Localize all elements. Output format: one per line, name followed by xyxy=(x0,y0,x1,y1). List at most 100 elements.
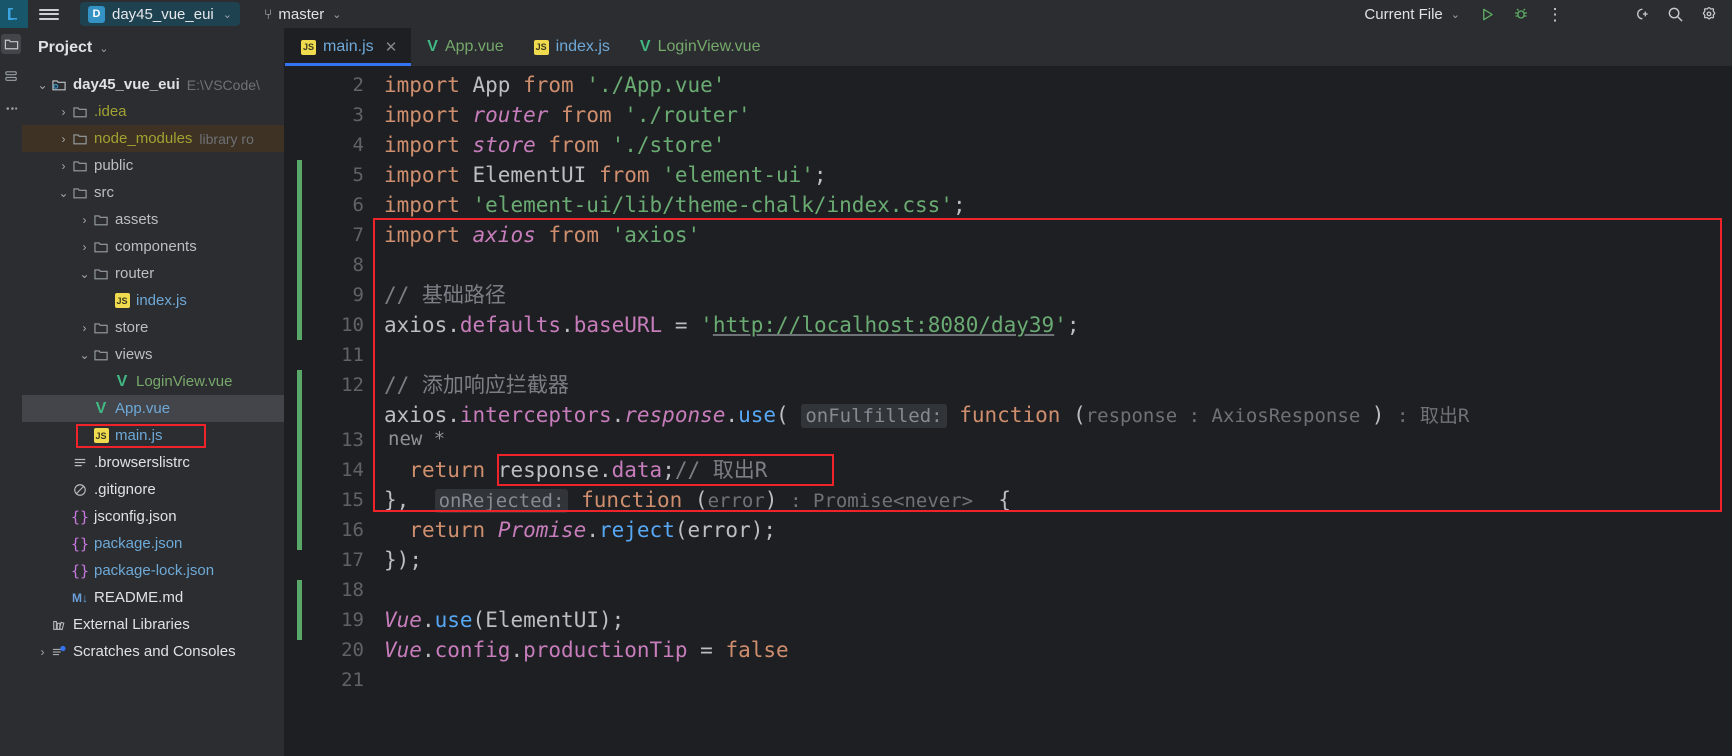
tree-item-label: public xyxy=(94,157,134,174)
folder-icon xyxy=(70,132,90,146)
tree-item-assets[interactable]: › assets xyxy=(22,206,284,233)
search-icon[interactable] xyxy=(1658,0,1692,28)
vcs-branch-widget[interactable]: ⑂ master ⌄ xyxy=(258,2,347,26)
tree-item-public[interactable]: › public xyxy=(22,152,284,179)
chevron-right-icon[interactable]: › xyxy=(36,645,49,659)
code-line[interactable]: // 基础路径 xyxy=(380,280,1732,310)
tree-item-package-json[interactable]: {} package.json xyxy=(22,530,284,557)
vcs-change-marker[interactable] xyxy=(297,370,302,550)
tree-item-components[interactable]: › components xyxy=(22,233,284,260)
tree-item-loginview-vue[interactable]: V LoginView.vue xyxy=(22,368,284,395)
code-line[interactable]: import store from './store' xyxy=(380,130,1732,160)
code-line[interactable]: Vue.use(ElementUI); xyxy=(380,605,1732,635)
chevron-right-icon[interactable]: › xyxy=(57,105,70,119)
editor-tab-app-vue[interactable]: V App.vue xyxy=(411,28,517,66)
tree-item-app-vue[interactable]: V App.vue xyxy=(22,395,284,422)
close-icon[interactable]: ✕ xyxy=(385,38,398,56)
commit-tool-button[interactable] xyxy=(1,66,21,86)
code-line[interactable]: return Promise.reject(error); xyxy=(380,515,1732,545)
code-line[interactable]: }, onRejected: function (error) : Promis… xyxy=(380,485,1732,515)
code-line[interactable] xyxy=(380,250,1732,280)
tree-item-scratches-and-consoles[interactable]: › Scratches and Consoles xyxy=(22,638,284,665)
line-number: 3 xyxy=(352,104,364,126)
chevron-right-icon[interactable]: › xyxy=(57,132,70,146)
code-line[interactable]: return response.data;// 取出R xyxy=(380,455,1732,485)
folder-icon xyxy=(91,213,111,227)
code-line[interactable]: }); xyxy=(380,545,1732,575)
code-line[interactable]: import 'element-ui/lib/theme-chalk/index… xyxy=(380,190,1732,220)
code-line[interactable] xyxy=(380,340,1732,370)
editor-tab-loginview-vue[interactable]: V LoginView.vue xyxy=(624,28,775,66)
chevron-down-icon: ⌄ xyxy=(1450,8,1460,21)
project-panel-header[interactable]: Project ⌄ xyxy=(22,28,284,68)
tree-item-label: App.vue xyxy=(115,400,171,417)
tree-item--browserslistrc[interactable]: .browserslistrc xyxy=(22,449,284,476)
chevron-right-icon[interactable]: › xyxy=(78,321,91,335)
vcs-change-marker[interactable] xyxy=(297,160,302,340)
code-line[interactable]: import axios from 'axios' xyxy=(380,220,1732,250)
project-tool-button[interactable] xyxy=(1,34,21,54)
chevron-right-icon[interactable]: › xyxy=(78,240,91,254)
code-line[interactable]: // 添加响应拦截器 xyxy=(380,370,1732,400)
tree-item-external-libraries[interactable]: External Libraries xyxy=(22,611,284,638)
chevron-down-icon[interactable]: ⌄ xyxy=(78,267,91,281)
code-with-me-icon[interactable] xyxy=(1624,0,1658,28)
debug-icon[interactable] xyxy=(1504,0,1538,28)
structure-tool-button[interactable] xyxy=(1,98,21,118)
chevron-down-icon[interactable]: ⌄ xyxy=(57,186,70,200)
run-configuration-selector[interactable]: Current File ⌄ xyxy=(1364,6,1460,23)
chevron-right-icon[interactable]: › xyxy=(57,159,70,173)
code-line[interactable]: import ElementUI from 'element-ui'; xyxy=(380,160,1732,190)
js-icon: JS xyxy=(533,39,549,55)
chevron-right-icon[interactable]: › xyxy=(78,213,91,227)
project-widget[interactable]: D day45_vue_eui ⌄ xyxy=(80,2,240,26)
tree-item-readme-md[interactable]: M↓ README.md xyxy=(22,584,284,611)
tree-item-label: package.json xyxy=(94,535,183,552)
editor[interactable]: 2 3 4 5 6 7 8 9 10 11 12 13 14 15 16 17 18 19 20 21 import … xyxy=(285,66,1732,756)
code-line[interactable]: Vue.config.productionTip = false xyxy=(380,635,1732,665)
ide-body: Project ⌄ ⌄ day45_vue_eui E:\VSCode\ › .idea… xyxy=(0,28,1732,756)
code-vision-hint[interactable]: new * xyxy=(384,425,445,453)
project-tree[interactable]: ⌄ day45_vue_eui E:\VSCode\ › .idea › node_modu… xyxy=(22,68,284,665)
code-line[interactable]: axios.interceptors.response.use( onFulfi… xyxy=(380,400,1732,430)
vcs-change-marker[interactable] xyxy=(297,580,302,640)
editor-tab-index-js[interactable]: JS index.js xyxy=(518,28,624,66)
settings-icon[interactable] xyxy=(1692,0,1726,28)
js-icon: JS xyxy=(91,428,111,443)
tree-item-index-js[interactable]: JS index.js xyxy=(22,287,284,314)
tree-item-jsconfig-json[interactable]: {} jsconfig.json xyxy=(22,503,284,530)
tree-item-label: .idea xyxy=(94,103,127,120)
editor-gutter[interactable]: 2 3 4 5 6 7 8 9 10 11 12 13 14 15 16 17 18 19 20 21 xyxy=(285,66,380,756)
code-line[interactable] xyxy=(380,665,1732,695)
editor-tab-main-js[interactable]: JS main.js ✕ xyxy=(285,28,412,66)
hamburger-icon[interactable] xyxy=(28,0,70,28)
tree-item-node-modules[interactable]: › node_modules library ro xyxy=(22,125,284,152)
tree-item-router[interactable]: ⌄ router xyxy=(22,260,284,287)
tree-item-main-js[interactable]: JS main.js xyxy=(22,422,284,449)
run-icon[interactable] xyxy=(1470,0,1504,28)
editor-code[interactable]: import App from './App.vue' import router… xyxy=(380,66,1732,756)
more-options-icon[interactable]: ⋮ xyxy=(1538,0,1572,28)
branch-icon: ⑂ xyxy=(263,6,273,22)
chevron-down-icon[interactable]: ⌄ xyxy=(99,42,108,55)
code-line[interactable] xyxy=(380,575,1732,605)
tree-item-subtext: E:\VSCode\ xyxy=(186,76,260,93)
chevron-down-icon[interactable]: ⌄ xyxy=(78,348,91,362)
code-line[interactable]: import App from './App.vue' xyxy=(380,70,1732,100)
library-icon xyxy=(49,618,69,632)
code-line[interactable]: axios.defaults.baseURL = 'http://localho… xyxy=(380,310,1732,340)
line-number: 11 xyxy=(341,344,364,366)
chevron-down-icon[interactable]: ⌄ xyxy=(36,78,49,92)
tree-item-label: assets xyxy=(115,211,159,228)
tree-item--idea[interactable]: › .idea xyxy=(22,98,284,125)
tree-item-src[interactable]: ⌄ src xyxy=(22,179,284,206)
code-line[interactable]: import router from './router' xyxy=(380,100,1732,130)
tree-item-views[interactable]: ⌄ views xyxy=(22,341,284,368)
tree-item-day45-vue-eui[interactable]: ⌄ day45_vue_eui E:\VSCode\ xyxy=(22,71,284,98)
tree-item-label: components xyxy=(115,238,197,255)
tree-item-package-lock-json[interactable]: {} package-lock.json xyxy=(22,557,284,584)
tree-item--gitignore[interactable]: .gitignore xyxy=(22,476,284,503)
editor-tabs[interactable]: JS main.js ✕ V App.vue JS index.js V LoginView.v… xyxy=(285,28,1732,66)
json-icon: {} xyxy=(70,507,90,526)
tree-item-store[interactable]: › store xyxy=(22,314,284,341)
